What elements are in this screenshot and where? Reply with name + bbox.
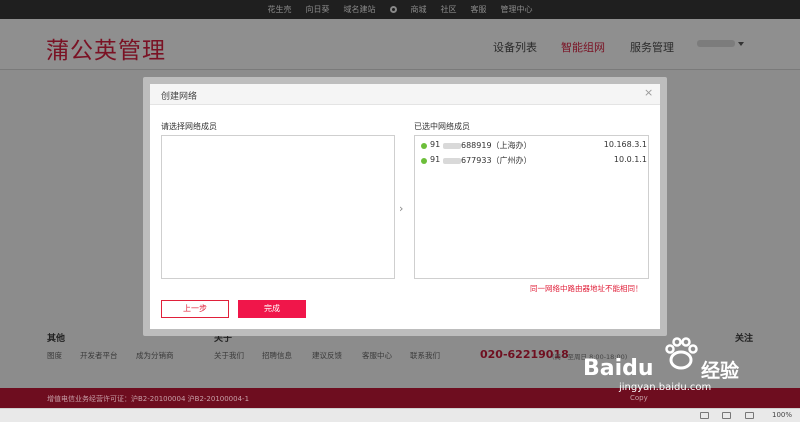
watermark-brand: Baidu (583, 356, 654, 381)
member-sn-prefix: 91 (430, 155, 441, 164)
status-icon[interactable] (722, 412, 731, 419)
footer-link[interactable]: 建议反馈 (312, 350, 342, 361)
user-menu[interactable] (697, 39, 745, 49)
topnav-item-huashengke[interactable]: 花生壳 (268, 4, 292, 15)
list-item[interactable]: 91 677933（广州办） 10.0.1.1 (421, 155, 647, 169)
topnav-item-shop[interactable]: 商城 (411, 4, 427, 15)
dialog-title: 创建网络 (161, 92, 198, 102)
member-name: 677933（广州办） (461, 156, 532, 165)
selected-members-label: 已选中网络成员 (414, 122, 470, 131)
topnav-item-domain[interactable]: 域名建站 (344, 4, 376, 15)
watermark-cn: 经验 (701, 360, 740, 382)
footer-link[interactable]: 图度 (47, 350, 62, 361)
nav-smart-network[interactable]: 智能组网 (561, 39, 605, 55)
status-icon[interactable] (700, 412, 709, 419)
member-ip: 10.168.3.1 (603, 140, 647, 149)
paw-icon (665, 337, 698, 370)
duplicate-ip-warning: 同一网络中路由器地址不能相同！ (530, 284, 643, 293)
page-header: 蒲公英管理 设备列表 智能组网 服务管理 (0, 19, 800, 70)
watermark-url: jingyan.baidu.com (619, 382, 712, 393)
move-right-arrow-icon[interactable]: › (399, 202, 403, 215)
member-ip: 10.0.1.1 (613, 155, 647, 164)
previous-step-button[interactable]: 上一步 (161, 300, 229, 318)
close-icon[interactable]: × (644, 87, 653, 99)
chevron-down-icon (738, 41, 744, 46)
footer-link[interactable]: 开发者平台 (80, 350, 118, 361)
footer-link[interactable]: 成为分销商 (136, 350, 174, 361)
license-text: 增值电信业务经营许可证：沪B2-20100004 沪B2-20100004-1 (47, 395, 250, 403)
topnav-item-community[interactable]: 社区 (441, 4, 457, 15)
footer-link[interactable]: 客服中心 (362, 350, 392, 361)
finish-button[interactable]: 完成 (238, 300, 306, 318)
footer-link[interactable]: 联系我们 (410, 350, 440, 361)
browser-status-bar: 100% (0, 408, 800, 422)
zoom-level[interactable]: 100% (772, 411, 792, 419)
username-redacted (697, 40, 735, 47)
online-status-dot (421, 143, 427, 149)
copyright-text: Copy (630, 394, 648, 402)
ring-icon (389, 6, 397, 13)
status-icon[interactable] (745, 412, 754, 419)
dialog-header: 创建网络 × (150, 84, 660, 105)
nav-service-management[interactable]: 服务管理 (630, 39, 674, 55)
footer-link[interactable]: 关于我们 (214, 350, 244, 361)
top-site-nav: 花生壳 向日葵 域名建站 商城 社区 客服 管理中心 (0, 0, 800, 19)
topnav-item-service[interactable]: 客服 (471, 4, 487, 15)
list-item[interactable]: 91 688919（上海办） 10.168.3.1 (421, 140, 647, 154)
member-name: 688919（上海办） (461, 141, 532, 150)
create-network-dialog: 创建网络 × 请选择网络成员 已选中网络成员 › 91 688919（上海办） … (150, 84, 660, 329)
redacted-sn (443, 158, 461, 164)
baidu-jingyan-watermark: Baidu 经验 jingyan.baidu.com (583, 336, 763, 393)
online-status-dot (421, 158, 427, 164)
footer-heading-other: 其他 (47, 334, 66, 344)
selected-members-list[interactable]: 91 688919（上海办） 10.168.3.1 91 677933（广州办）… (414, 135, 649, 279)
nav-device-list[interactable]: 设备列表 (493, 39, 537, 55)
member-sn-prefix: 91 (430, 140, 441, 149)
footer-link[interactable]: 招聘信息 (262, 350, 292, 361)
topnav-item-admin[interactable]: 管理中心 (501, 4, 533, 15)
redacted-sn (443, 143, 461, 149)
topnav-item-xiangrikui[interactable]: 向日葵 (306, 4, 330, 15)
page-logo[interactable]: 蒲公英管理 (46, 31, 166, 65)
available-members-label: 请选择网络成员 (161, 122, 217, 131)
available-members-list[interactable] (161, 135, 395, 279)
